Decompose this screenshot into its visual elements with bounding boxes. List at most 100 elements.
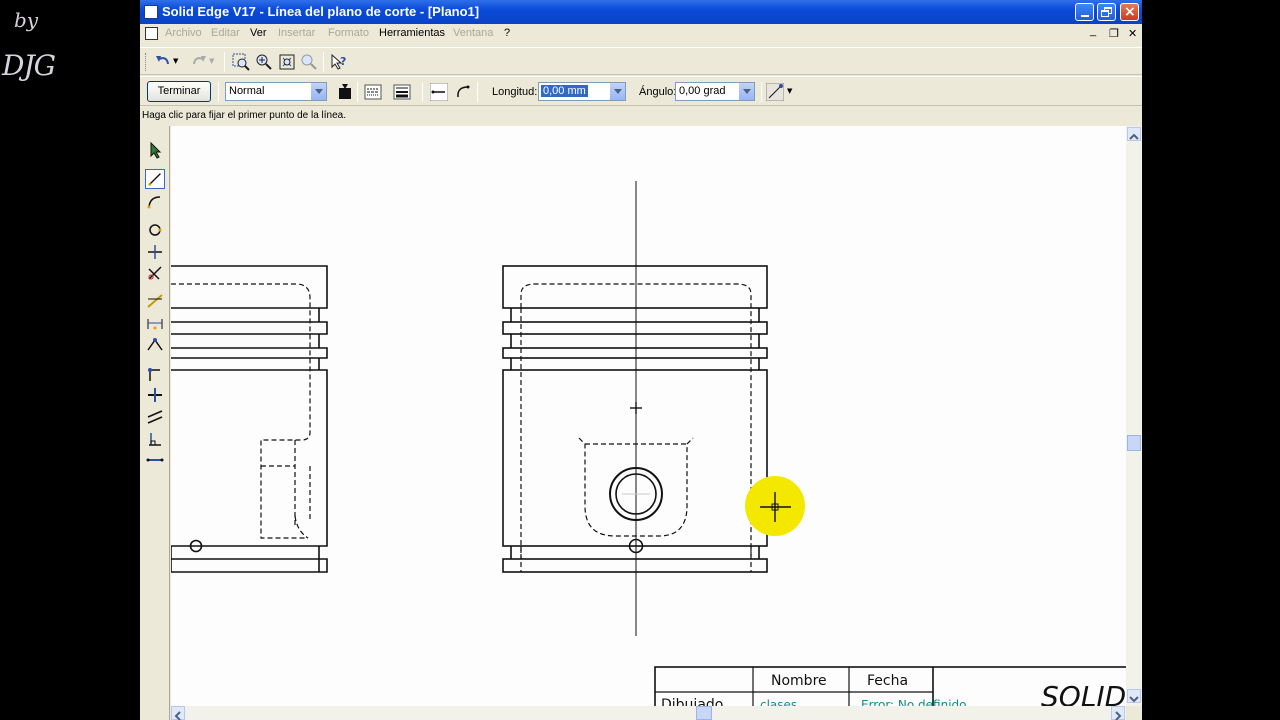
svg-text:?: ? xyxy=(340,55,346,68)
line-tool-icon[interactable] xyxy=(145,169,165,189)
line-mode-icon[interactable] xyxy=(430,83,448,101)
menu-editar[interactable]: Editar xyxy=(211,27,240,39)
redo-icon[interactable] xyxy=(190,53,208,71)
relationship-tool-icon[interactable] xyxy=(145,335,165,355)
dimension-tool-icon[interactable] xyxy=(145,291,165,311)
center-lines xyxy=(622,181,650,636)
scroll-left-icon[interactable] xyxy=(171,706,185,720)
minimize-button[interactable] xyxy=(1075,3,1094,21)
angle-value[interactable]: 0,00 grad xyxy=(679,85,725,97)
scroll-up-icon[interactable] xyxy=(1127,127,1141,141)
finish-button[interactable]: Terminar xyxy=(147,81,211,102)
scroll-right-icon[interactable] xyxy=(1111,706,1125,720)
menu-help[interactable]: ? xyxy=(504,27,510,39)
angle-input[interactable]: 0,00 grad xyxy=(675,82,755,101)
point-tool-icon[interactable] xyxy=(145,242,165,262)
intellisketch-icon[interactable] xyxy=(766,83,784,101)
piston-front-view xyxy=(502,265,768,573)
scroll-down-icon[interactable] xyxy=(1127,689,1141,703)
cross-tool-icon[interactable] xyxy=(145,385,165,405)
ribbon-separator xyxy=(422,82,423,102)
chevron-down-icon[interactable] xyxy=(609,83,625,100)
solid-edge-app-icon[interactable] xyxy=(144,5,158,19)
menu-formato[interactable]: Formato xyxy=(328,27,369,39)
command-ribbon: Terminar Normal Longitud: 0,00 mm Ángulo… xyxy=(140,76,1142,106)
whats-this-help-icon[interactable]: ? xyxy=(330,53,348,71)
toolbar-grip[interactable] xyxy=(145,53,148,71)
cursor-highlight xyxy=(745,476,805,536)
arc-mode-icon[interactable] xyxy=(454,83,472,101)
line-style-value: Normal xyxy=(229,85,265,97)
menu-bar: Archivo Editar Ver Insertar Formato Herr… xyxy=(140,24,1142,44)
title-block-drawn-date: Error: No definido xyxy=(861,698,967,706)
length-value[interactable]: 0,00 mm xyxy=(541,85,588,97)
title-bar[interactable]: Solid Edge V17 - Línea del plano de cort… xyxy=(140,0,1142,24)
pan-icon[interactable] xyxy=(300,53,318,71)
zoom-area-icon[interactable] xyxy=(232,53,250,71)
toolbar-separator xyxy=(224,52,225,72)
horizontal-scroll-thumb[interactable] xyxy=(696,706,712,720)
ribbon-separator xyxy=(477,82,478,102)
parallel-tool-icon[interactable] xyxy=(145,407,165,427)
menu-ver[interactable]: Ver xyxy=(250,27,267,39)
ribbon-separator xyxy=(761,82,762,102)
title-block-date-header: Fecha xyxy=(867,673,908,689)
main-toolbar: ▼ ▼ ? xyxy=(140,47,1142,75)
menu-herramientas[interactable]: Herramientas xyxy=(379,27,445,39)
chevron-down-icon[interactable] xyxy=(738,83,754,100)
document-icon[interactable] xyxy=(145,27,158,40)
prompt-bar: Haga clic para fijar el primer punto de … xyxy=(142,110,346,121)
redo-dropdown-icon[interactable]: ▼ xyxy=(209,57,214,65)
vertical-scrollbar[interactable] xyxy=(1126,126,1142,706)
connect-tool-icon[interactable] xyxy=(145,364,165,384)
solid-edge-logo-text: SOLID E xyxy=(1041,680,1126,706)
draw-toolbar xyxy=(140,126,170,720)
restore-button[interactable] xyxy=(1097,3,1116,21)
line-width-icon[interactable] xyxy=(393,83,411,101)
screen: by DJG Solid Edge V17 - Línea del plano … xyxy=(0,0,1280,720)
arc-tool-icon[interactable] xyxy=(145,192,165,212)
horizontal-vertical-tool-icon[interactable] xyxy=(145,450,165,470)
window-title: Solid Edge V17 - Línea del plano de cort… xyxy=(162,4,480,19)
menu-ventana[interactable]: Ventana xyxy=(453,27,493,39)
menu-archivo[interactable]: Archivo xyxy=(165,27,202,39)
ribbon-separator xyxy=(218,82,219,102)
undo-icon[interactable] xyxy=(154,53,172,71)
toolbar-separator xyxy=(323,52,324,72)
vertical-scroll-thumb[interactable] xyxy=(1127,435,1141,451)
title-block-drawn-name: clases xyxy=(760,698,797,706)
horizontal-scrollbar[interactable] xyxy=(171,706,1126,720)
zoom-icon[interactable] xyxy=(255,53,273,71)
length-label: Longitud: xyxy=(492,86,538,98)
watermark-line1: by xyxy=(14,8,39,32)
circle-tool-icon[interactable] xyxy=(145,219,165,239)
select-tool-icon[interactable] xyxy=(145,140,165,160)
title-block-drawn-label: Dibujado xyxy=(661,697,723,706)
drawing-sheet[interactable]: Nombre Fecha Dibujado clases Error: No d… xyxy=(171,126,1126,706)
drawing-canvas[interactable]: Nombre Fecha Dibujado clases Error: No d… xyxy=(171,126,1126,706)
title-block: Nombre Fecha Dibujado clases Error: No d… xyxy=(654,666,1126,706)
close-button[interactable]: × xyxy=(1120,3,1139,21)
trim-tool-icon[interactable] xyxy=(145,263,165,283)
length-input[interactable]: 0,00 mm xyxy=(538,82,626,101)
angle-label: Ángulo: xyxy=(639,86,677,98)
line-type-icon[interactable] xyxy=(364,83,382,101)
line-style-combo[interactable]: Normal xyxy=(225,82,327,101)
app-window: Solid Edge V17 - Línea del plano de cort… xyxy=(140,0,1142,720)
distance-dimension-icon[interactable] xyxy=(145,314,165,334)
fit-icon[interactable] xyxy=(278,53,296,71)
ribbon-separator xyxy=(357,82,358,102)
title-block-name-header: Nombre xyxy=(771,673,827,689)
perpendicular-tool-icon[interactable] xyxy=(145,429,165,449)
watermark-line2: DJG xyxy=(2,49,56,82)
watermark-logo: by DJG xyxy=(0,0,60,90)
doc-restore-button[interactable]: ❐ xyxy=(1109,27,1119,40)
intellisketch-dropdown-icon[interactable]: ▼ xyxy=(787,87,792,95)
chevron-down-icon[interactable] xyxy=(310,83,326,100)
menu-insertar[interactable]: Insertar xyxy=(278,27,315,39)
piston-left-view xyxy=(171,265,328,573)
line-color-icon[interactable] xyxy=(336,83,354,101)
doc-minimize-button[interactable]: _ xyxy=(1090,25,1096,37)
undo-dropdown-icon[interactable]: ▼ xyxy=(173,57,178,65)
doc-close-button[interactable]: ✕ xyxy=(1128,27,1137,40)
